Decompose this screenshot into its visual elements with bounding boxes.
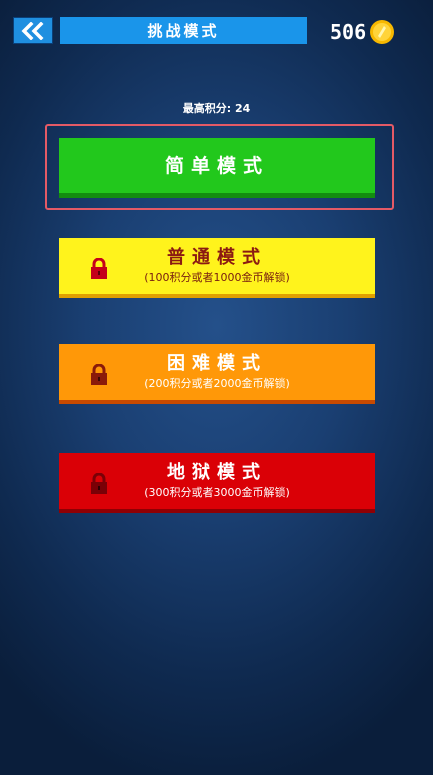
lock-icon [91,473,107,494]
mode-hard-requirement: (200积分或者2000金币解锁) [144,376,290,390]
mode-hell-requirement: (300积分或者3000金币解锁) [144,485,290,499]
page-title: 挑战模式 [60,17,307,44]
mode-normal-label: 普通模式 [167,246,267,268]
back-button[interactable] [13,17,53,44]
mode-hard-label: 困难模式 [167,352,267,374]
best-score-label: 最高积分: 24 [182,102,251,115]
double-chevron-left-icon [21,21,44,40]
mode-easy-button[interactable]: 简单模式 [59,138,375,198]
mode-hard-button[interactable]: 困难模式 (200积分或者2000金币解锁) [59,344,375,404]
coin-display: 506 [330,17,395,47]
mode-hell-button[interactable]: 地狱模式 (300积分或者3000金币解锁) [59,453,375,513]
mode-easy-label: 简单模式 [164,154,269,177]
mode-normal-button[interactable]: 普通模式 (100积分或者1000金币解锁) [59,238,375,298]
mode-normal-requirement: (100积分或者1000金币解锁) [144,270,290,284]
mode-hell-label: 地狱模式 [167,461,267,483]
lock-icon [91,258,107,279]
coin-count: 506 [330,20,367,44]
gold-coin-icon [370,20,395,44]
lock-icon [91,364,107,385]
